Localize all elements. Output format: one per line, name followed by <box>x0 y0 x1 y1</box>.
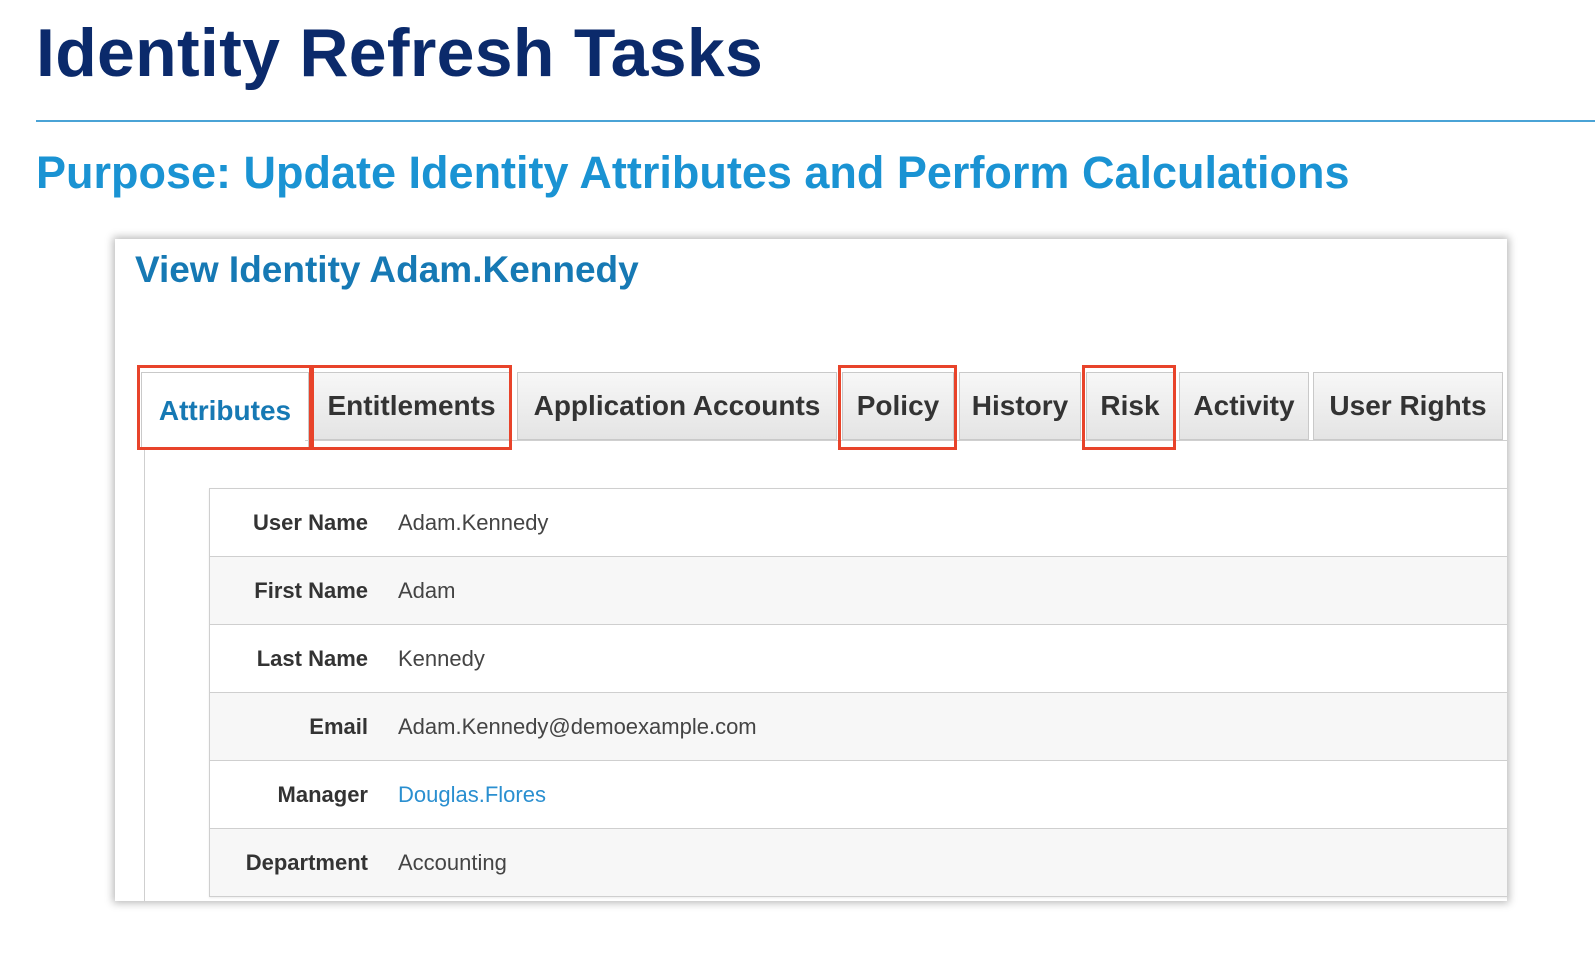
tab-panel-top-border <box>305 440 1507 441</box>
attribute-row-manager: Manager Douglas.Flores <box>210 761 1507 829</box>
attribute-value: Adam.Kennedy@demoexample.com <box>398 713 757 739</box>
tab-application-accounts[interactable]: Application Accounts <box>517 372 837 440</box>
identity-screenshot: View Identity Adam.Kennedy Attributes En… <box>115 239 1507 901</box>
attribute-value: Adam.Kennedy <box>398 509 549 535</box>
tab-panel-left-border <box>144 447 145 901</box>
attribute-row-department: Department Accounting <box>210 829 1507 897</box>
attribute-row-user-name: User Name Adam.Kennedy <box>210 489 1507 557</box>
tab-user-rights[interactable]: User Rights <box>1313 372 1503 440</box>
view-identity-title: View Identity Adam.Kennedy <box>135 249 639 290</box>
slide-title: Identity Refresh Tasks <box>36 15 764 91</box>
attribute-row-last-name: Last Name Kennedy <box>210 625 1507 693</box>
attributes-table: User Name Adam.Kennedy First Name Adam L… <box>209 488 1507 897</box>
tab-risk[interactable]: Risk <box>1086 372 1174 440</box>
attribute-label: User Name <box>253 509 368 535</box>
manager-link[interactable]: Douglas.Flores <box>398 782 546 808</box>
tab-entitlements[interactable]: Entitlements <box>312 372 511 440</box>
attribute-value: Adam <box>398 577 456 603</box>
attribute-label: First Name <box>254 577 368 603</box>
tab-policy[interactable]: Policy <box>842 372 954 440</box>
tab-activity[interactable]: Activity <box>1179 372 1309 440</box>
tab-history[interactable]: History <box>959 372 1081 440</box>
attribute-row-first-name: First Name Adam <box>210 557 1507 625</box>
title-divider <box>36 120 1595 122</box>
attribute-label: Manager <box>277 781 368 807</box>
attribute-value: Accounting <box>398 849 507 875</box>
slide-subtitle: Purpose: Update Identity Attributes and … <box>36 147 1350 198</box>
slide: Identity Refresh Tasks Purpose: Update I… <box>0 0 1595 953</box>
attribute-value: Kennedy <box>398 645 485 671</box>
attribute-label: Email <box>309 713 368 739</box>
attribute-row-email: Email Adam.Kennedy@demoexample.com <box>210 693 1507 761</box>
attribute-label: Last Name <box>256 645 368 671</box>
tab-attributes[interactable]: Attributes <box>141 372 309 448</box>
attribute-label: Department <box>245 849 368 875</box>
